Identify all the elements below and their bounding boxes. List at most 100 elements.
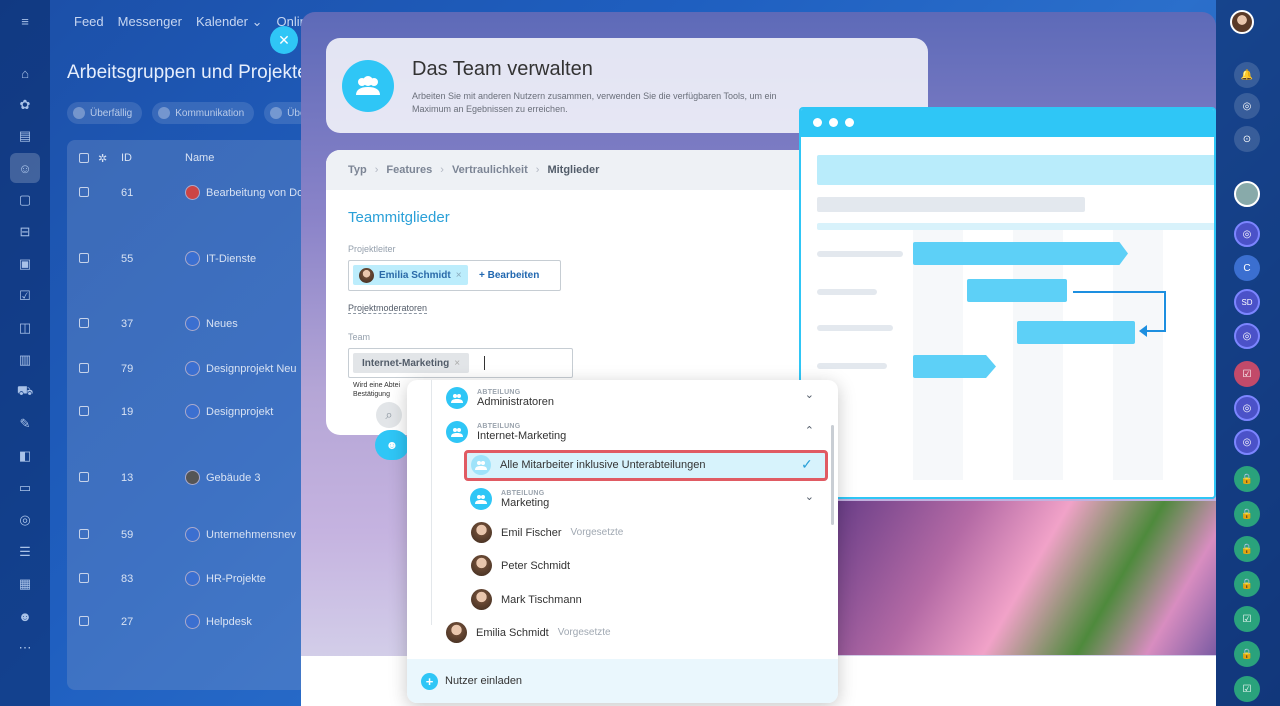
scrollbar[interactable] <box>831 425 834 525</box>
user-mark-tischmann[interactable]: Mark Tischmann <box>471 589 582 610</box>
row-name[interactable]: Designprojekt <box>185 404 273 419</box>
column-name[interactable]: Name <box>185 152 214 164</box>
lock-icon[interactable]: 🔒 <box>1234 571 1260 597</box>
column-id[interactable]: ID <box>121 152 132 164</box>
remove-icon[interactable]: × <box>454 358 460 369</box>
dept-internet-marketing[interactable]: ABTEILUNG Internet-Marketing <box>446 421 566 443</box>
menu-icon[interactable]: ≡ <box>14 10 36 32</box>
card-icon[interactable]: ▭ <box>14 477 36 499</box>
all-employees-row[interactable]: Alle Mitarbeiter inklusive Unterabteilun… <box>471 455 705 475</box>
chat-icon[interactable]: ◫ <box>14 317 36 339</box>
nav-calendar[interactable]: Kalender ⌄ <box>196 14 263 30</box>
task-icon[interactable]: ☑ <box>1234 361 1260 387</box>
row-checkbox[interactable] <box>79 318 89 328</box>
settings-column-icon[interactable]: ✲ <box>98 152 107 165</box>
target-icon[interactable]: ◎ <box>1234 93 1260 119</box>
file-icon[interactable]: ▢ <box>14 189 36 211</box>
row-name[interactable]: IT-Dienste <box>185 251 256 266</box>
team-field[interactable]: Internet-Marketing × <box>348 348 573 378</box>
contact-avatar[interactable] <box>1234 181 1260 207</box>
lock-icon[interactable]: 🔒 <box>1234 466 1260 492</box>
notifications-icon[interactable]: 🔔 <box>1234 62 1260 88</box>
chevron-down-icon[interactable]: ⌄ <box>805 490 814 503</box>
row-name-text: Bearbeitung von Do <box>206 186 304 199</box>
lock-icon[interactable]: 🔒 <box>1234 641 1260 667</box>
settings-icon[interactable]: ✿ <box>14 94 36 116</box>
chip-communication[interactable]: Kommunikation <box>152 102 255 124</box>
globe-icon[interactable]: ◎ <box>14 509 36 531</box>
breadcrumb-privacy[interactable]: Vertraulichkeit <box>452 164 528 176</box>
team-tag[interactable]: Internet-Marketing × <box>353 353 470 373</box>
row-name[interactable]: Neues <box>185 316 238 331</box>
channel-icon[interactable]: ◎ <box>1234 395 1260 421</box>
all-employees-label: Alle Mitarbeiter inklusive Unterabteilun… <box>500 459 706 471</box>
row-name[interactable]: Helpdesk <box>185 614 252 629</box>
leader-tag[interactable]: Emilia Schmidt × <box>353 265 468 285</box>
lock-icon[interactable]: 🔒 <box>1234 536 1260 562</box>
row-checkbox[interactable] <box>79 573 89 583</box>
breadcrumb-features[interactable]: Features <box>386 164 432 176</box>
task-check-icon[interactable]: ☑ <box>1234 606 1260 632</box>
row-name[interactable]: Bearbeitung von Do <box>185 185 303 200</box>
left-sidebar: ≡ ⌂ ✿ ▤ ☺ ▢ ⊟ ▣ ☑ ◫ ▥ ⛟ ✎ ◧ ▭ ◎ ☰ ▦ ☻ ⋯ <box>0 0 50 706</box>
row-checkbox[interactable] <box>79 529 89 539</box>
row-name[interactable]: Gebäude 3 <box>185 470 260 485</box>
row-checkbox[interactable] <box>79 472 89 482</box>
task-label-line <box>817 363 887 369</box>
row-name[interactable]: Unternehmensnev <box>185 527 296 542</box>
plus-icon: + <box>421 672 438 690</box>
cart-icon[interactable]: ⛟ <box>14 381 36 403</box>
row-checkbox[interactable] <box>79 253 89 263</box>
storage-icon[interactable]: ◧ <box>14 445 36 467</box>
team-action-icon[interactable]: ☻ <box>375 430 409 460</box>
analytics-icon[interactable]: ▥ <box>14 349 36 371</box>
calendar-icon[interactable]: ▦ <box>14 573 36 595</box>
edit-leader-link[interactable]: + Bearbeiten <box>479 270 539 281</box>
chevron-up-icon[interactable]: ⌃ <box>805 424 814 437</box>
select-all-checkbox[interactable] <box>79 153 89 163</box>
user-avatar[interactable] <box>1230 10 1254 34</box>
contact-c[interactable]: C <box>1234 255 1260 281</box>
user-emilia-schmidt[interactable]: Emilia Schmidt Vorgesetzte <box>446 622 611 643</box>
dept-marketing[interactable]: ABTEILUNG Marketing <box>470 488 549 510</box>
channel-icon[interactable]: ◎ <box>1234 221 1260 247</box>
nav-messenger[interactable]: Messenger <box>118 14 182 30</box>
search-chat-icon[interactable]: ⊙ <box>1234 126 1260 152</box>
channel-icon[interactable]: ◎ <box>1234 323 1260 349</box>
breadcrumb-type[interactable]: Typ <box>348 164 367 176</box>
channel-icon[interactable]: ◎ <box>1234 429 1260 455</box>
row-checkbox[interactable] <box>79 616 89 626</box>
user-peter-schmidt[interactable]: Peter Schmidt <box>471 555 570 576</box>
search-icon[interactable]: ⌕ <box>376 402 402 428</box>
users-icon[interactable]: ☻ <box>14 605 36 627</box>
drive-icon[interactable]: ⊟ <box>14 221 36 243</box>
tasks-icon[interactable]: ☑ <box>14 285 36 307</box>
leader-field[interactable]: Emilia Schmidt × + Bearbeiten <box>348 260 561 291</box>
chevron-down-icon[interactable]: ⌄ <box>805 388 814 401</box>
breadcrumb-members[interactable]: Mitglieder <box>547 164 599 176</box>
invite-user-button[interactable]: + Nutzer einladen <box>407 659 838 703</box>
home-icon[interactable]: ⌂ <box>14 62 36 84</box>
close-icon[interactable]: ✕ <box>270 26 298 54</box>
dept-administratoren[interactable]: ABTEILUNG Administratoren <box>446 387 554 409</box>
nav-feed[interactable]: Feed <box>74 14 104 30</box>
more-icon[interactable]: ⋯ <box>14 637 36 659</box>
edit-icon[interactable]: ✎ <box>14 413 36 435</box>
chip-overdue[interactable]: Überfällig <box>67 102 143 124</box>
user-emil-fischer[interactable]: Emil Fischer Vorgesetzte <box>471 522 623 543</box>
document-icon[interactable]: ▤ <box>14 125 36 147</box>
moderators-link[interactable]: Projektmoderatoren <box>348 303 428 314</box>
row-name[interactable]: Designprojekt Neu <box>185 361 297 376</box>
row-name[interactable]: HR-Projekte <box>185 571 266 586</box>
filter-icon[interactable]: ☰ <box>14 541 36 563</box>
row-checkbox[interactable] <box>79 363 89 373</box>
remove-icon[interactable]: × <box>456 270 462 281</box>
lock-icon[interactable]: 🔒 <box>1234 501 1260 527</box>
row-checkbox[interactable] <box>79 187 89 197</box>
groups-icon[interactable]: ☺ <box>10 153 40 183</box>
chip-label: Kommunikation <box>175 107 245 119</box>
monitor-icon[interactable]: ▣ <box>14 253 36 275</box>
task-check-icon[interactable]: ☑ <box>1234 676 1260 702</box>
contact-sd[interactable]: SD <box>1234 289 1260 315</box>
row-checkbox[interactable] <box>79 406 89 416</box>
